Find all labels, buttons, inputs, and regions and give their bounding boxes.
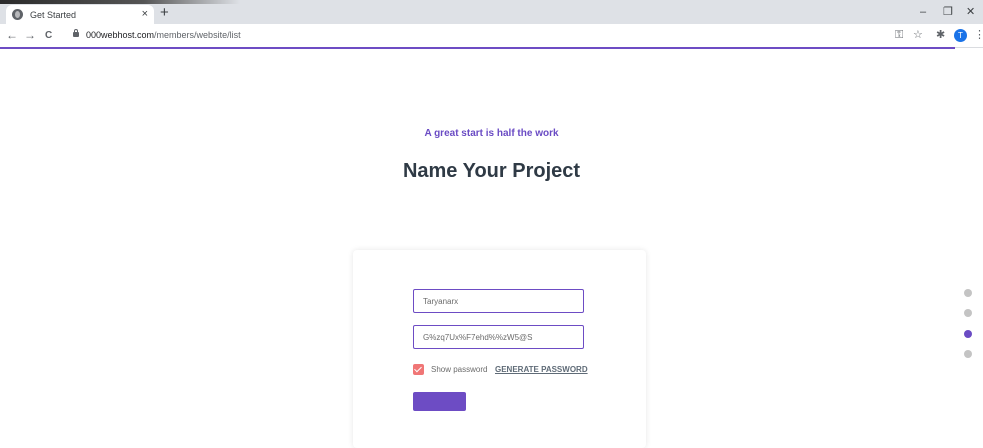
show-password-checkbox[interactable]: [413, 364, 424, 375]
forward-button[interactable]: →: [24, 28, 36, 42]
submit-button[interactable]: [413, 392, 466, 411]
profile-avatar[interactable]: T: [954, 29, 967, 42]
browser-toolbar: ← → C 000webhost.com/members/website/lis…: [0, 24, 983, 48]
globe-icon: [12, 9, 23, 20]
page-title: Name Your Project: [402, 160, 581, 182]
project-form-card: Show password GENERATE PASSWORD: [353, 250, 646, 448]
step-dot-1[interactable]: [964, 289, 972, 297]
key-icon[interactable]: ⚿: [895, 28, 903, 42]
tab-title: Get Started: [30, 9, 77, 20]
show-password-label: Show password: [431, 365, 488, 374]
project-name-input[interactable]: [413, 289, 584, 313]
url-path: /members/website/list: [154, 30, 241, 40]
tab-close-icon[interactable]: ×: [142, 9, 148, 20]
url-host: 000webhost.com: [86, 30, 155, 40]
page-subtitle: A great start is half the work: [424, 128, 559, 139]
step-dot-4[interactable]: [964, 350, 972, 358]
extensions-icon[interactable]: ✱: [936, 28, 945, 42]
step-dot-3[interactable]: [964, 330, 972, 338]
browser-tab[interactable]: Get Started ×: [6, 5, 154, 24]
back-button[interactable]: ←: [6, 28, 18, 42]
password-input[interactable]: [413, 325, 584, 349]
address-bar[interactable]: 000webhost.com/members/website/list: [86, 29, 241, 41]
step-dot-2[interactable]: [964, 309, 972, 317]
lock-icon: [73, 29, 79, 37]
restore-button[interactable]: ❐: [943, 6, 953, 18]
generate-password-link[interactable]: GENERATE PASSWORD: [495, 365, 588, 375]
minimize-button[interactable]: –: [920, 6, 926, 18]
tab-bar-strip: [0, 0, 240, 4]
menu-icon[interactable]: ⋮: [974, 28, 983, 42]
reload-button[interactable]: C: [45, 29, 52, 43]
page-progress-bar: [0, 47, 955, 49]
new-tab-button[interactable]: +: [160, 5, 169, 21]
browser-tab-bar: Get Started × + – ❐ ✕: [0, 0, 983, 24]
window-close-button[interactable]: ✕: [966, 6, 975, 18]
star-icon[interactable]: ☆: [913, 28, 923, 42]
